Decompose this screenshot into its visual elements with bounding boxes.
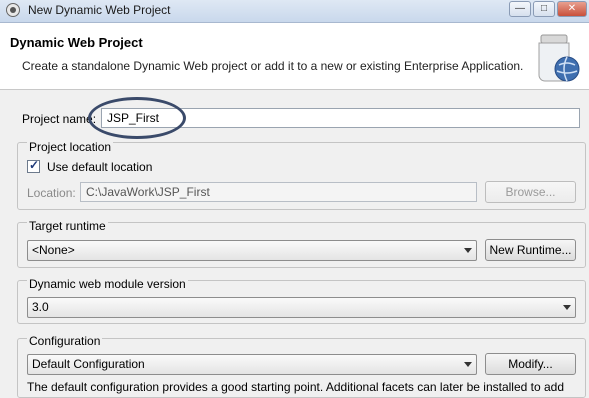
close-icon: ✕ [567,3,577,14]
maximize-icon: □ [540,3,548,14]
target-runtime-value: <None> [32,243,75,257]
window-title: New Dynamic Web Project [28,3,171,17]
use-default-location-checkbox[interactable]: ✓ [27,158,40,173]
minimize-icon: — [515,3,525,14]
web-project-jar-icon [538,34,580,82]
project-location-heading: Project location [27,140,114,154]
browse-button[interactable]: Browse... [485,181,576,203]
annotation-oval [88,97,186,139]
chevron-down-icon [563,305,571,310]
configuration-value: Default Configuration [32,357,145,371]
use-default-location-label: Use default location [47,160,153,174]
chevron-down-icon [464,362,472,367]
window-titlebar: New Dynamic Web Project — □ ✕ [0,0,589,23]
wizard-banner: Dynamic Web Project Create a standalone … [0,23,589,90]
modify-button[interactable]: Modify... [485,353,576,375]
location-input[interactable]: C:\JavaWork\JSP_First [80,182,477,202]
eclipse-app-icon [6,3,20,17]
configuration-heading: Configuration [27,334,103,348]
maximize-button[interactable]: □ [533,1,555,17]
project-name-label: Project name: [22,112,97,126]
chevron-down-icon [464,248,472,253]
page-description: Create a standalone Dynamic Web project … [22,59,524,73]
location-label: Location: [27,186,76,200]
checkmark-icon: ✓ [29,158,40,172]
module-version-select[interactable]: 3.0 [27,297,576,318]
configuration-select[interactable]: Default Configuration [27,354,477,375]
target-runtime-heading: Target runtime [27,219,108,233]
target-runtime-select[interactable]: <None> [27,240,477,261]
page-title: Dynamic Web Project [10,35,143,50]
new-runtime-button[interactable]: New Runtime... [485,239,576,261]
module-version-heading: Dynamic web module version [27,277,188,291]
configuration-description: The default configuration provides a goo… [27,380,565,394]
minimize-button[interactable]: — [509,1,531,17]
close-button[interactable]: ✕ [557,1,587,17]
module-version-value: 3.0 [32,300,49,314]
